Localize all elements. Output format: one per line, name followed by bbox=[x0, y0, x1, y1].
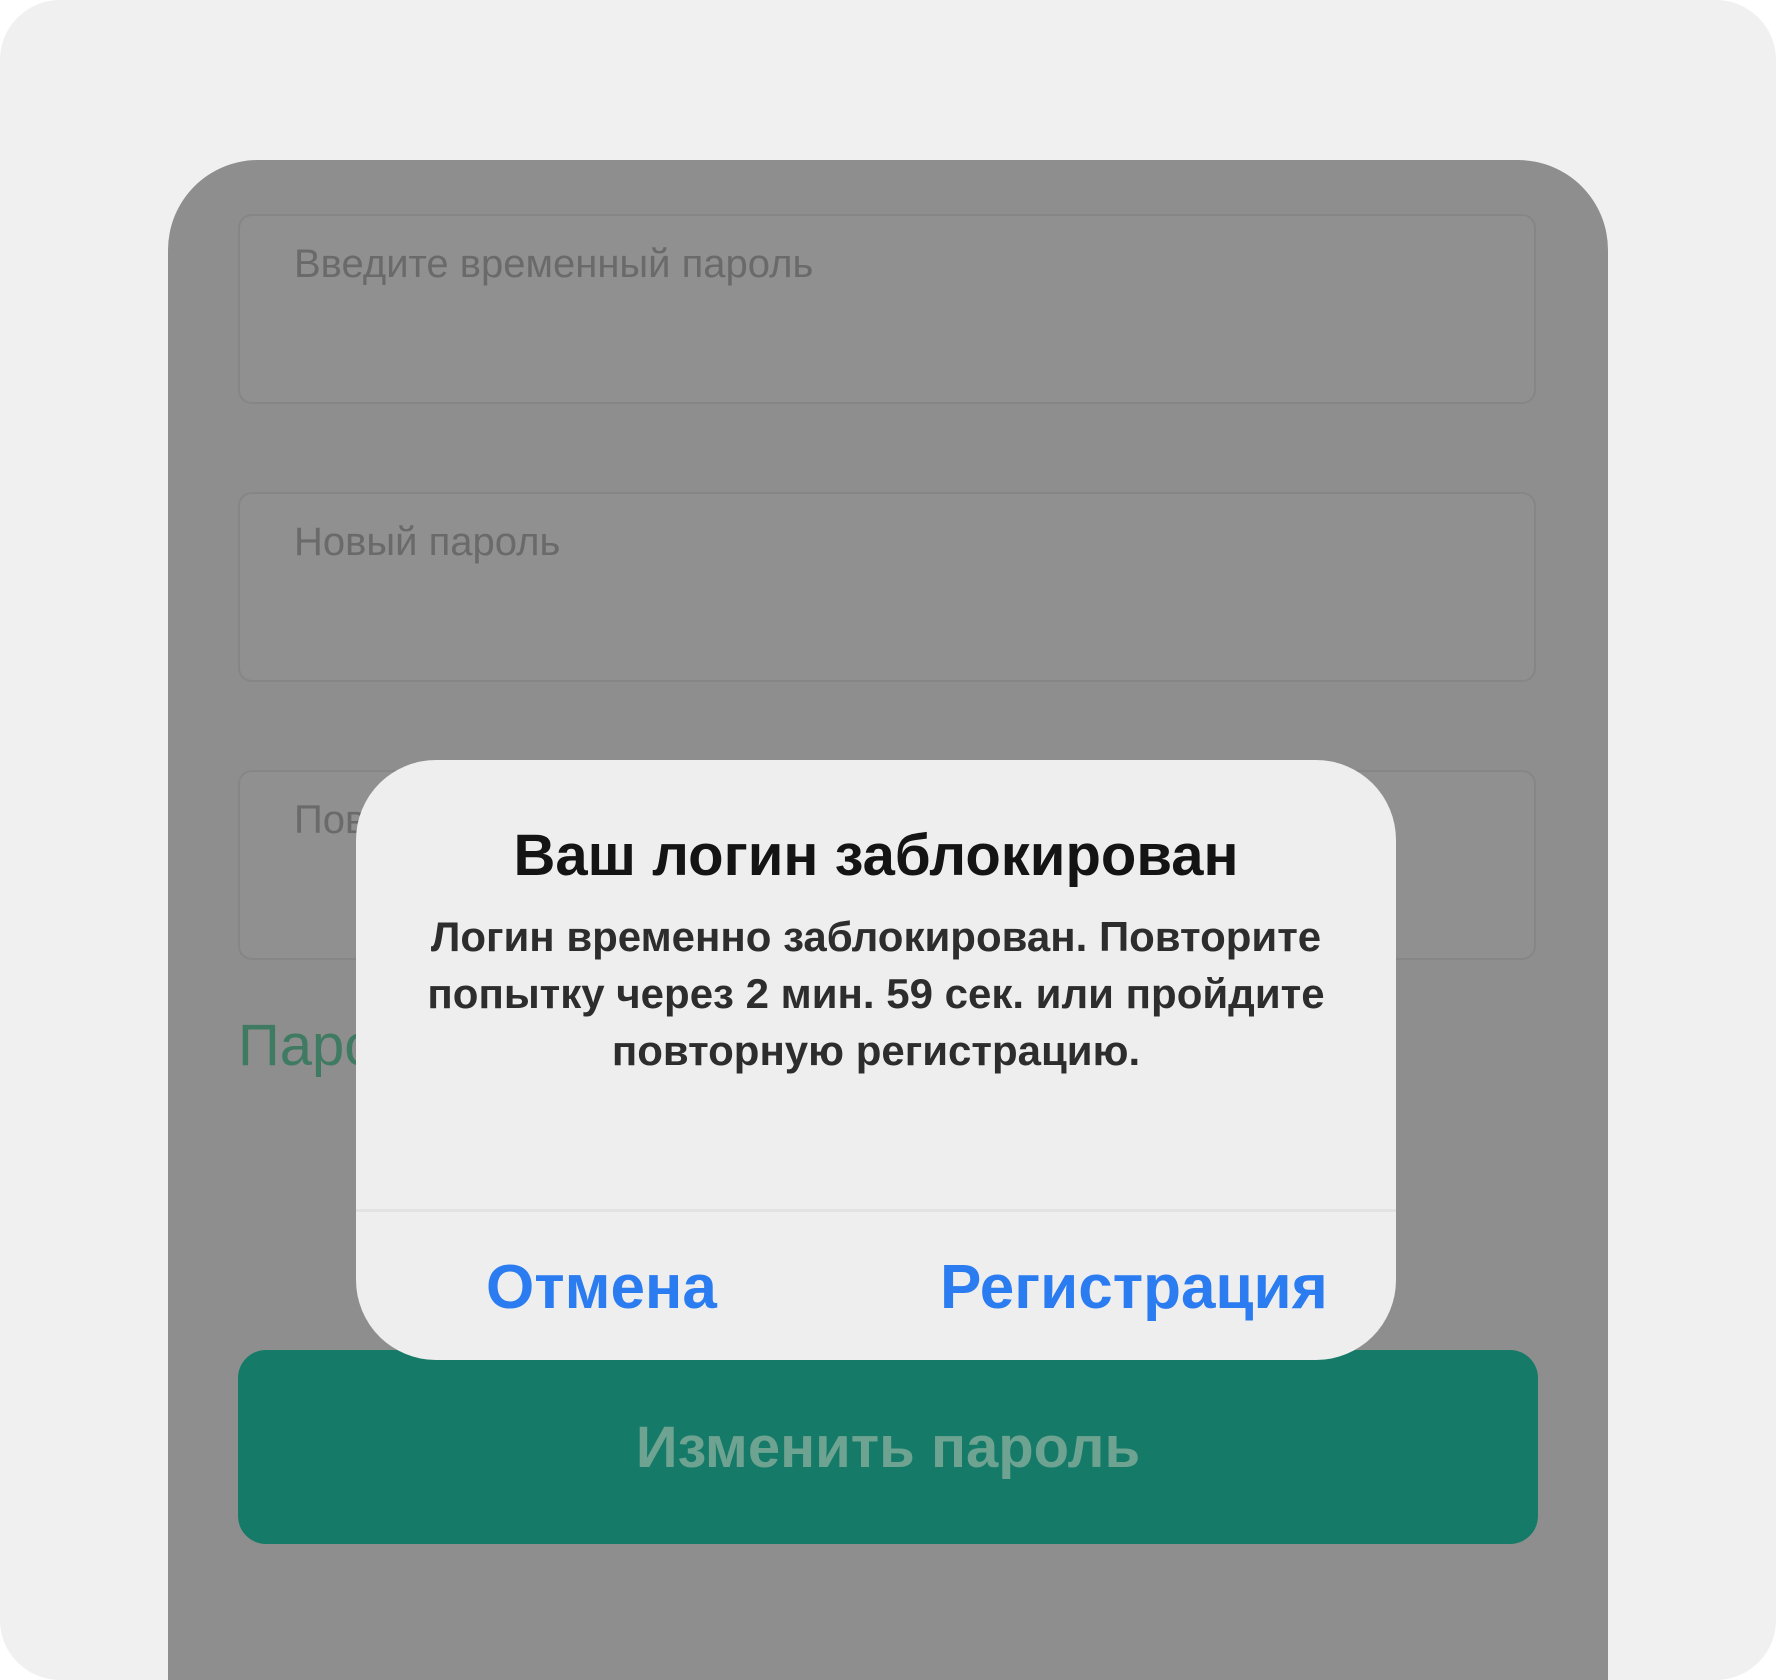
change-password-label: Изменить пароль bbox=[635, 1414, 1141, 1480]
screenshot-frame: Введите временный пароль Новый пароль По… bbox=[0, 0, 1776, 1680]
temp-password-placeholder: Введите временный пароль bbox=[294, 242, 814, 286]
temp-password-field[interactable]: Введите временный пароль bbox=[238, 214, 1536, 404]
cancel-button[interactable]: Отмена bbox=[486, 1252, 717, 1323]
alert-message: Логин временно заблокирован. Повторите п… bbox=[427, 913, 1325, 1074]
new-password-field[interactable]: Новый пароль bbox=[238, 492, 1536, 682]
new-password-placeholder: Новый пароль bbox=[294, 520, 561, 564]
change-password-button[interactable]: Изменить пароль bbox=[238, 1350, 1538, 1544]
alert-divider bbox=[356, 1209, 1396, 1212]
alert-title: Ваш логин заблокирован bbox=[513, 823, 1239, 888]
login-blocked-alert: Ваш логин заблокирован Логин временно за… bbox=[356, 760, 1396, 1360]
register-button[interactable]: Регистрация bbox=[940, 1252, 1328, 1323]
